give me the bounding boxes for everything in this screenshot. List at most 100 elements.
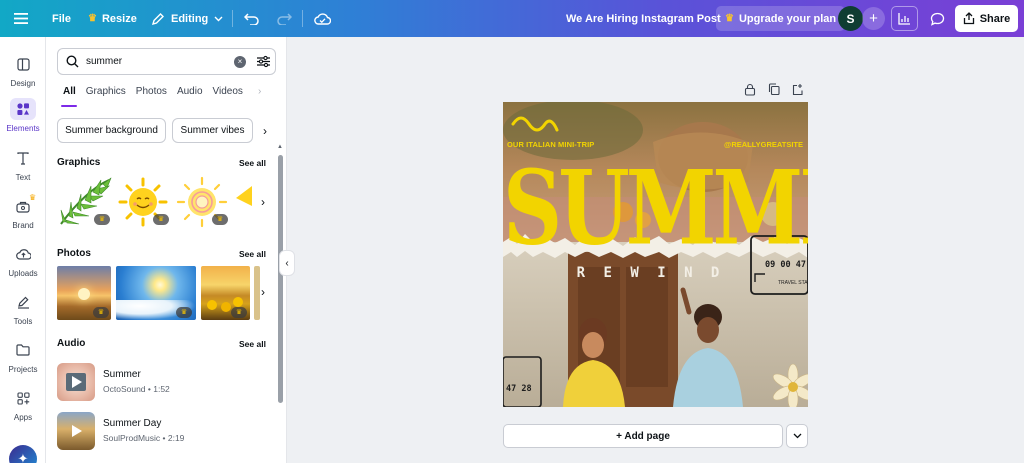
resize-label: Resize [101, 12, 137, 25]
insights-icon[interactable] [891, 6, 918, 31]
rail-item-apps[interactable]: Apps [0, 387, 46, 422]
text-icon [10, 147, 36, 169]
rail-label: Projects [8, 365, 38, 374]
search-input[interactable]: summer [86, 56, 122, 67]
chevron-down-icon [214, 16, 223, 21]
rail-label: Uploads [8, 269, 38, 278]
chevron-right-icon[interactable]: › [256, 195, 270, 209]
tab-audio[interactable]: Audio [177, 86, 203, 97]
scroll-up-icon[interactable]: ▲ [277, 144, 283, 150]
collapse-panel-button[interactable]: ‹ [279, 250, 295, 276]
graphic-sun-rings[interactable]: ♛ [175, 176, 230, 228]
stamp2-numbers: 47 28 [506, 384, 532, 394]
design-page[interactable]: OUR ITALIAN MINI-TRIP @REALLYGREATSITE S… [503, 102, 808, 407]
suggestion-chip[interactable]: Summer vibes [172, 118, 253, 143]
top-bar: File ♛ Resize Editing We Are Hiring Inst… [0, 0, 1024, 37]
audio-subtitle: SoulProdMusic • 2:19 [103, 433, 185, 443]
scrollbar[interactable] [278, 155, 283, 403]
sunflower-heads [207, 300, 217, 310]
audio-cover [57, 363, 95, 401]
premium-badge: ♛ [93, 307, 109, 318]
add-page-dropdown[interactable] [786, 424, 808, 448]
rail-item-design[interactable]: Design [0, 53, 46, 88]
subhead[interactable]: R E W I N D [503, 265, 808, 281]
see-all-audio-link[interactable]: See all [239, 339, 266, 349]
graphic-smiling-sun[interactable]: ♛ [116, 176, 171, 228]
search-icon [66, 55, 79, 68]
headline[interactable]: SUMMER [503, 146, 808, 271]
tab-bar: All Graphics Photos Audio Videos [63, 86, 243, 97]
audio-cover [57, 412, 95, 450]
rail-item-brand[interactable]: ♛ Brand [0, 193, 46, 230]
upgrade-button[interactable]: ♛ Upgrade your plan [716, 6, 846, 31]
premium-badge: ♛ [176, 307, 192, 318]
section-title-photos: Photos [57, 248, 91, 259]
add-collaborator-icon[interactable]: + [862, 7, 885, 30]
rail-label: Text [15, 173, 31, 182]
divider [232, 10, 233, 27]
resize-button[interactable]: ♛ Resize [88, 0, 137, 37]
comment-icon[interactable] [924, 6, 950, 31]
photo-sunflowers[interactable]: ♛ [201, 266, 250, 320]
stamp-numbers: 09 00 47 2 [765, 260, 808, 270]
audio-title: Summer Day [103, 418, 162, 429]
duplicate-icon[interactable] [768, 83, 780, 96]
rail-label: Design [10, 79, 36, 88]
suggestion-chip[interactable]: Summer background [57, 118, 166, 143]
share-button[interactable]: Share [955, 5, 1018, 32]
document-title[interactable]: We Are Hiring Instagram Post [566, 0, 721, 37]
chevron-down-icon [793, 433, 801, 439]
undo-icon[interactable] [244, 0, 260, 37]
rail-label: Brand [12, 221, 34, 230]
rail-item-tools[interactable]: Tools [0, 291, 46, 326]
tab-all[interactable]: All [63, 86, 76, 97]
premium-badge: ♛ [231, 307, 247, 318]
photo-sun-sky[interactable]: ♛ [116, 266, 196, 320]
see-all-graphics-link[interactable]: See all [239, 158, 266, 168]
add-page-button[interactable]: + Add page [503, 424, 783, 448]
premium-badge: ♛ [212, 214, 228, 225]
add-page-icon[interactable] [792, 83, 804, 96]
pencil-icon [151, 12, 164, 25]
tab-videos[interactable]: Videos [213, 86, 243, 97]
chevron-right-icon[interactable]: › [258, 86, 261, 97]
tab-photos[interactable]: Photos [136, 86, 167, 97]
section-title-audio: Audio [57, 338, 86, 349]
graphic-palm-leaf[interactable]: ♛ [57, 176, 112, 228]
see-all-photos-link[interactable]: See all [239, 249, 266, 259]
audio-item[interactable]: Summer OctoSound • 1:52 [57, 363, 267, 403]
rail-item-projects[interactable]: Projects [0, 339, 46, 374]
cloud-save-icon[interactable] [314, 0, 331, 37]
rail-label: Elements [6, 124, 40, 133]
left-rail: Design Elements Text ♛ Brand Uploads Too… [0, 37, 46, 463]
premium-badge: ♛ [153, 214, 169, 225]
elements-icon [10, 98, 36, 120]
file-menu[interactable]: File [52, 0, 71, 37]
upload-icon [10, 243, 36, 265]
graphic-partial[interactable] [234, 176, 252, 228]
rail-item-text[interactable]: Text [0, 147, 46, 182]
crown-icon: ♛ [29, 193, 37, 202]
upgrade-label: Upgrade your plan [738, 12, 837, 25]
filter-icon[interactable] [256, 54, 271, 69]
chevron-right-icon[interactable]: › [256, 285, 270, 299]
sun-glow [78, 288, 90, 300]
apps-icon [10, 387, 36, 409]
rail-item-elements[interactable]: Elements [0, 98, 46, 133]
audio-item[interactable]: Summer Day SoulProdMusic • 2:19 [57, 412, 267, 452]
editing-dropdown[interactable]: Editing [151, 0, 223, 37]
share-icon [963, 12, 974, 25]
chevron-right-icon[interactable]: › [256, 119, 274, 143]
clear-icon[interactable]: × [234, 56, 246, 68]
play-icon [72, 425, 82, 437]
photo-sunset-field[interactable]: ♛ [57, 266, 111, 320]
rail-label: Tools [13, 317, 33, 326]
tab-graphics[interactable]: Graphics [86, 86, 126, 97]
avatar[interactable]: S [838, 6, 863, 31]
lock-icon[interactable] [744, 83, 756, 96]
redo-icon[interactable] [276, 0, 292, 37]
rail-item-uploads[interactable]: Uploads [0, 243, 46, 278]
section-title-graphics: Graphics [57, 157, 101, 168]
menu-icon[interactable] [14, 0, 32, 37]
search-box[interactable]: summer × [57, 48, 276, 75]
